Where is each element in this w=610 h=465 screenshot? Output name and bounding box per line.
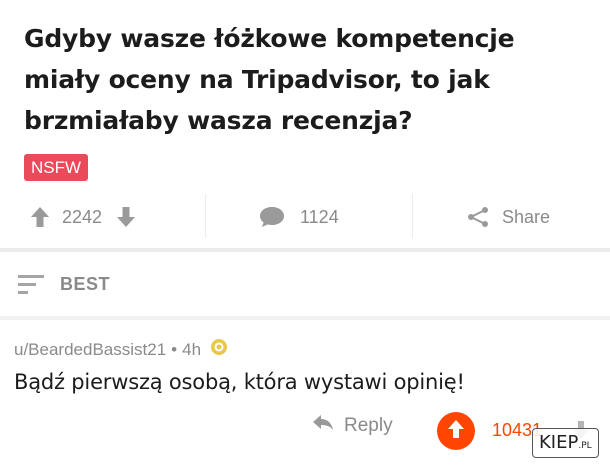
post-vote-count: 2242 [62, 206, 103, 227]
watermark-suffix: .PL [578, 441, 592, 451]
comment-bubble-icon [258, 205, 286, 229]
sort-icon [18, 273, 46, 302]
post-action-bar: 2242 1124 Share [0, 192, 610, 244]
upvote-arrow-icon[interactable] [30, 206, 50, 228]
action-divider [205, 194, 206, 238]
comment-meta: u/BeardedBassist21 • 4h [14, 338, 228, 361]
nsfw-badge: NSFW [24, 154, 89, 181]
post-card: Gdyby wasze łóżkowe kompetencje miały oc… [0, 0, 610, 252]
watermark-text: KIEP [539, 432, 579, 453]
kiep-watermark-logo: KIEP.PL [532, 428, 599, 458]
meta-separator: • [171, 339, 178, 359]
reply-arrow-icon [312, 414, 334, 438]
comment-count: 1124 [300, 206, 339, 227]
action-divider [412, 194, 413, 238]
comment-body: Bądź pierwszą osobą, która wystawi opini… [14, 370, 465, 394]
downvote-arrow-icon[interactable] [116, 206, 136, 228]
comment-author[interactable]: u/BeardedBassist21 [14, 340, 166, 360]
comment-action-bar: Reply 10431 [0, 412, 610, 452]
comment-age: 4h [182, 339, 202, 359]
upvote-arrow-icon [447, 419, 465, 444]
reply-button[interactable]: Reply [312, 414, 393, 438]
share-label: Share [502, 206, 551, 227]
comments-button[interactable]: 1124 [258, 202, 339, 232]
vote-control: 2242 [30, 202, 136, 232]
comment-upvote-button[interactable] [437, 412, 475, 450]
reply-label: Reply [344, 415, 393, 436]
post-title[interactable]: Gdyby wasze łóżkowe kompetencje miały oc… [24, 18, 584, 141]
comment-sort-bar[interactable]: BEST [0, 252, 610, 316]
sort-label: BEST [60, 274, 111, 294]
comment: u/BeardedBassist21 • 4h Bądź pierwszą os… [0, 320, 610, 465]
award-icon[interactable] [210, 338, 228, 361]
share-icon [466, 205, 490, 229]
share-button[interactable]: Share [466, 202, 550, 232]
